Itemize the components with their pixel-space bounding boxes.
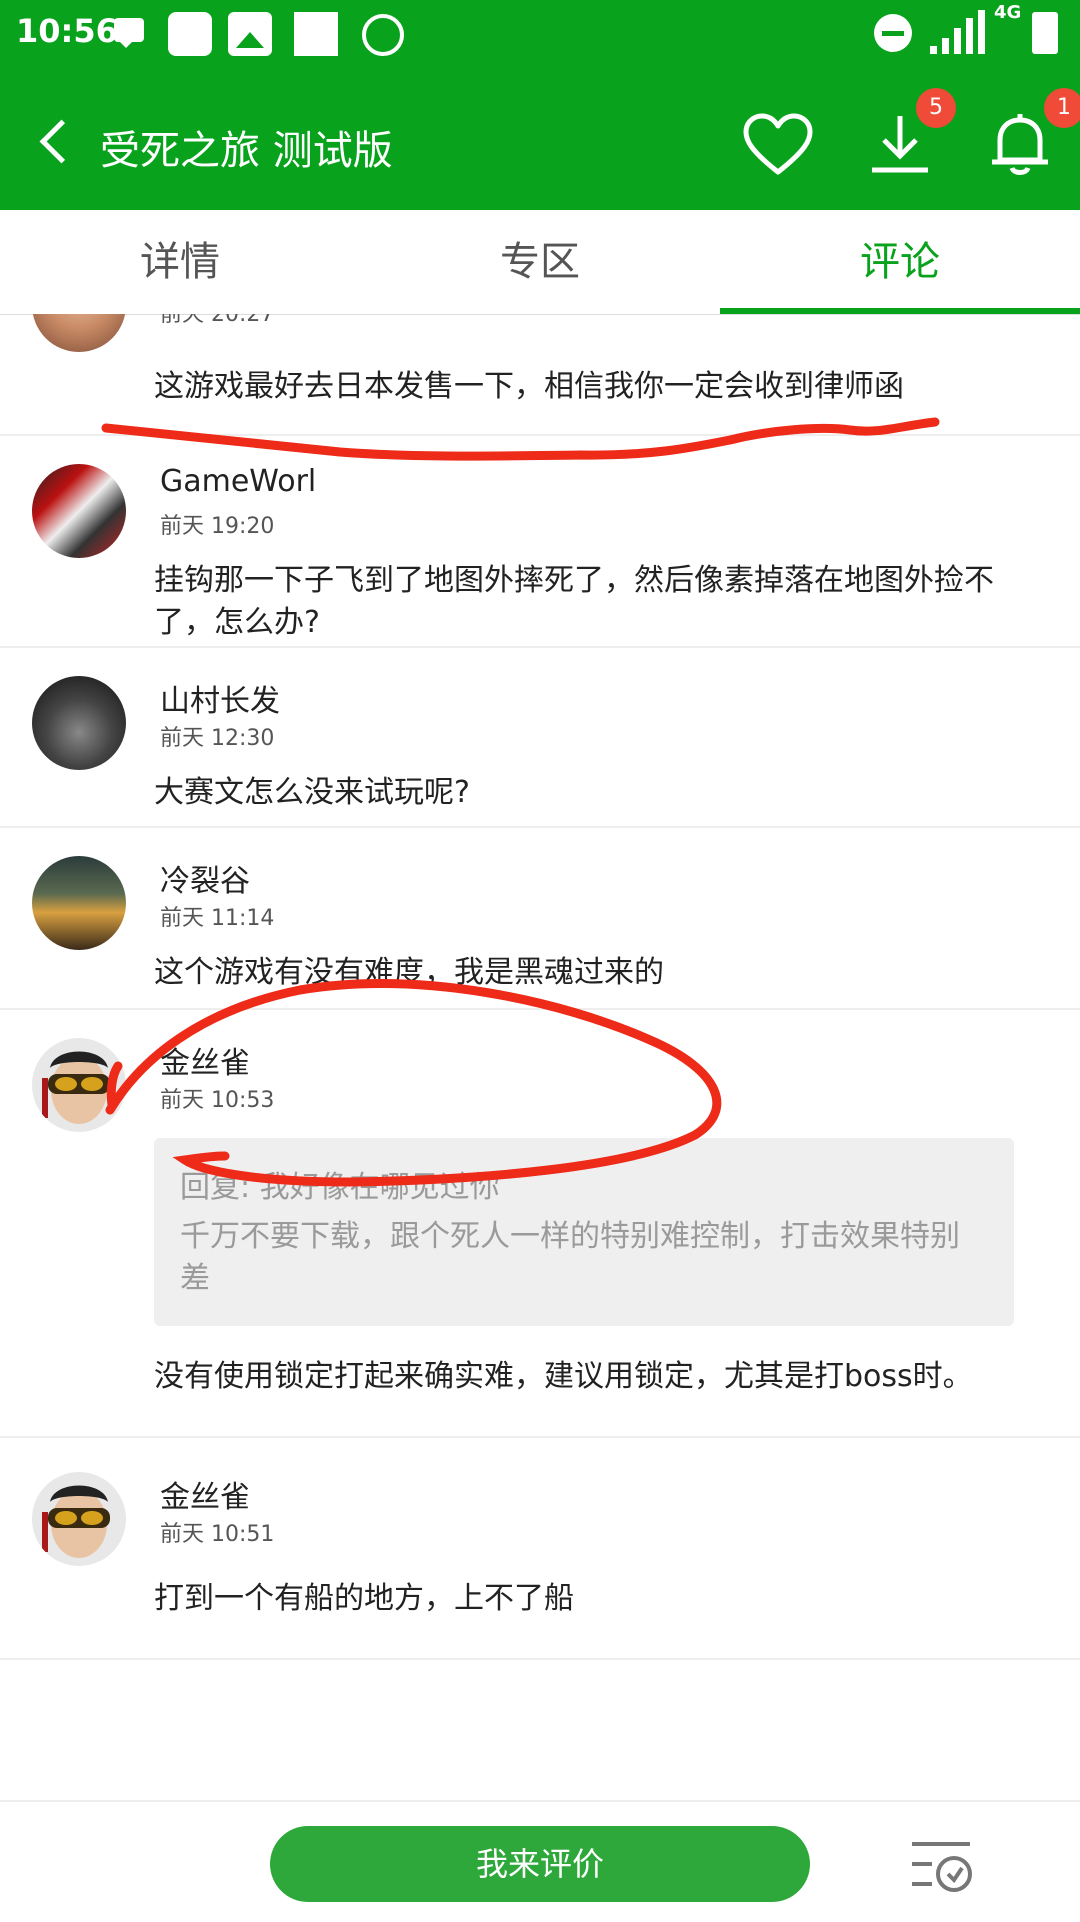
avatar[interactable] bbox=[32, 1472, 126, 1566]
favorite-button[interactable] bbox=[740, 110, 816, 180]
app-header: 受死之旅 测试版 5 1 bbox=[0, 68, 1080, 210]
back-arrow-icon[interactable] bbox=[36, 120, 76, 160]
avatar[interactable] bbox=[32, 856, 126, 950]
write-review-button[interactable]: 我来评价 bbox=[270, 1826, 810, 1902]
page-title: 受死之旅 测试版 bbox=[100, 128, 393, 174]
tab-details[interactable]: 详情 bbox=[0, 210, 360, 314]
avatar-face-icon bbox=[42, 1485, 110, 1558]
comment-author[interactable]: GameWorl bbox=[160, 464, 316, 499]
bottom-bar: 我来评价 bbox=[0, 1800, 1080, 1922]
square-icon bbox=[168, 12, 212, 56]
comment-list[interactable]: 前天 20:27 这游戏最好去日本发售一下，相信我你一定会收到律师函 GameW… bbox=[0, 314, 1080, 1800]
tab-zone[interactable]: 专区 bbox=[360, 210, 720, 314]
comment-text: 大赛文怎么没来试玩呢? bbox=[154, 775, 470, 810]
timer-icon bbox=[362, 14, 404, 56]
download-count-badge: 5 bbox=[916, 88, 956, 128]
comment-text: 打到一个有船的地方，上不了船 bbox=[154, 1581, 574, 1616]
comment-author[interactable]: 冷裂谷 bbox=[160, 856, 250, 900]
comment-text: 挂钩那一下子飞到了地图外摔死了，然后像素掉落在地图外捡不了，怎么办? bbox=[154, 563, 994, 640]
notification-button[interactable]: 1 bbox=[982, 88, 1080, 180]
comment-text: 这个游戏有没有难度，我是黑魂过来的 bbox=[154, 955, 664, 990]
comment-text: 没有使用锁定打起来确实难，建议用锁定，尤其是打boss时。 bbox=[154, 1359, 973, 1394]
battery-icon bbox=[1032, 12, 1058, 54]
comment-item: 金丝雀 前天 10:51 打到一个有船的地方，上不了船 bbox=[0, 1436, 1080, 1660]
comment-item: GameWorl 前天 19:20 挂钩那一下子飞到了地图外摔死了，然后像素掉落… bbox=[0, 434, 1080, 648]
comment-author[interactable]: 金丝雀 bbox=[160, 1038, 250, 1082]
avatar[interactable] bbox=[32, 676, 126, 770]
comment-author[interactable]: 金丝雀 bbox=[160, 1472, 250, 1516]
comment-item: 冷裂谷 前天 11:14 这个游戏有没有难度，我是黑魂过来的 bbox=[0, 826, 1080, 1010]
notification-count-badge: 1 bbox=[1044, 88, 1080, 128]
tab-bar: 详情 专区 评论 bbox=[0, 210, 1080, 315]
avatar[interactable] bbox=[32, 1038, 126, 1132]
sort-button[interactable] bbox=[908, 1830, 978, 1900]
heart-icon bbox=[743, 113, 813, 175]
status-time: 10:56 bbox=[16, 12, 118, 50]
reply-author: 回复: 我好像在哪见过你 bbox=[180, 1170, 500, 1205]
message-icon bbox=[114, 18, 144, 48]
avatar-face-icon bbox=[42, 1051, 110, 1124]
tab-comments[interactable]: 评论 bbox=[720, 210, 1080, 314]
sort-clock-icon bbox=[912, 1842, 972, 1892]
download-button[interactable]: 5 bbox=[862, 88, 956, 180]
avatar[interactable] bbox=[32, 464, 126, 558]
status-bar: 10:56 4G bbox=[0, 0, 1080, 68]
do-not-disturb-icon bbox=[874, 14, 912, 52]
image-icon bbox=[228, 12, 272, 56]
comment-time: 前天 10:53 bbox=[160, 1088, 275, 1113]
reply-text: 千万不要下载，跟个死人一样的特别难控制，打击效果特别差 bbox=[180, 1219, 960, 1296]
comment-time: 前天 20:27 bbox=[160, 314, 275, 327]
comment-item: 山村长发 前天 12:30 大赛文怎么没来试玩呢? bbox=[0, 646, 1080, 828]
avatar[interactable] bbox=[32, 314, 126, 352]
comment-text: 这游戏最好去日本发售一下，相信我你一定会收到律师函 bbox=[154, 369, 904, 404]
comment-item: 前天 20:27 这游戏最好去日本发售一下，相信我你一定会收到律师函 bbox=[0, 314, 1080, 436]
comment-time: 前天 10:51 bbox=[160, 1522, 275, 1547]
network-type: 4G bbox=[994, 2, 1022, 23]
comment-time: 前天 19:20 bbox=[160, 514, 275, 539]
quoted-reply[interactable]: 回复: 我好像在哪见过你 千万不要下载，跟个死人一样的特别难控制，打击效果特别差 bbox=[154, 1138, 1014, 1326]
comment-item: 金丝雀 前天 10:53 回复: 我好像在哪见过你 千万不要下载，跟个死人一样的… bbox=[0, 1008, 1080, 1438]
bell-icon bbox=[992, 114, 1048, 175]
comment-time: 前天 11:14 bbox=[160, 906, 275, 931]
square-icon bbox=[294, 12, 338, 56]
comment-time: 前天 12:30 bbox=[160, 726, 275, 751]
comment-author[interactable]: 山村长发 bbox=[160, 676, 280, 720]
